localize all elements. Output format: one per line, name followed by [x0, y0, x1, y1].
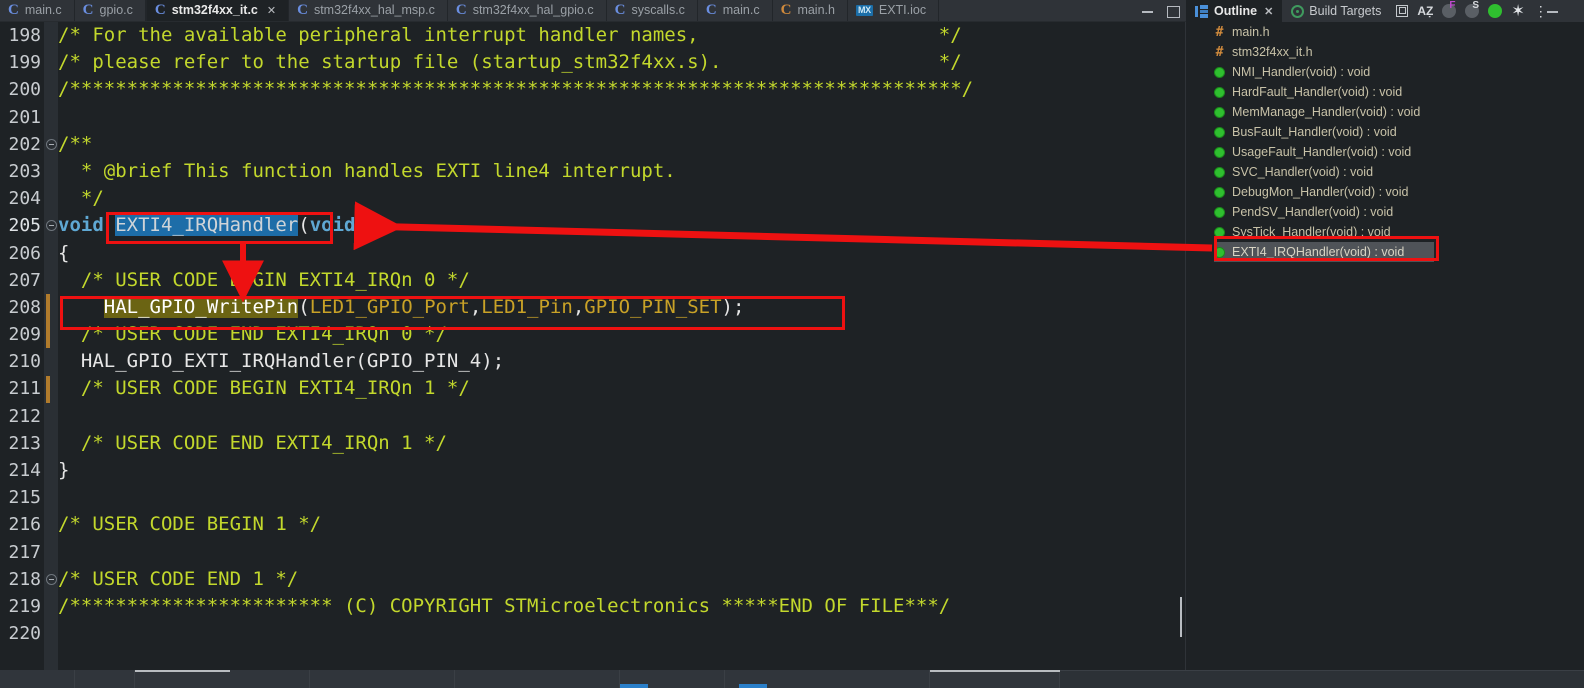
eclipse-ide-window: Cmain.c Cgpio.c Cstm32f4xx_it.c ✕ Cstm32f4xx… — [0, 0, 1584, 688]
taskbar-item[interactable] — [75, 670, 135, 688]
annotation-overlay — [222, 201, 1213, 303]
taskbar-item[interactable] — [725, 670, 930, 688]
taskbar-item[interactable] — [0, 670, 75, 688]
taskbar-item[interactable] — [930, 670, 1060, 688]
editor-bottom-filler — [0, 656, 44, 670]
os-taskbar[interactable] — [0, 670, 1584, 688]
arrow-outline-to-definition — [353, 201, 1213, 252]
taskbar-item[interactable] — [620, 670, 725, 688]
taskbar-item[interactable] — [135, 670, 310, 688]
taskbar-item[interactable] — [455, 670, 620, 688]
taskbar-item[interactable] — [310, 670, 455, 688]
